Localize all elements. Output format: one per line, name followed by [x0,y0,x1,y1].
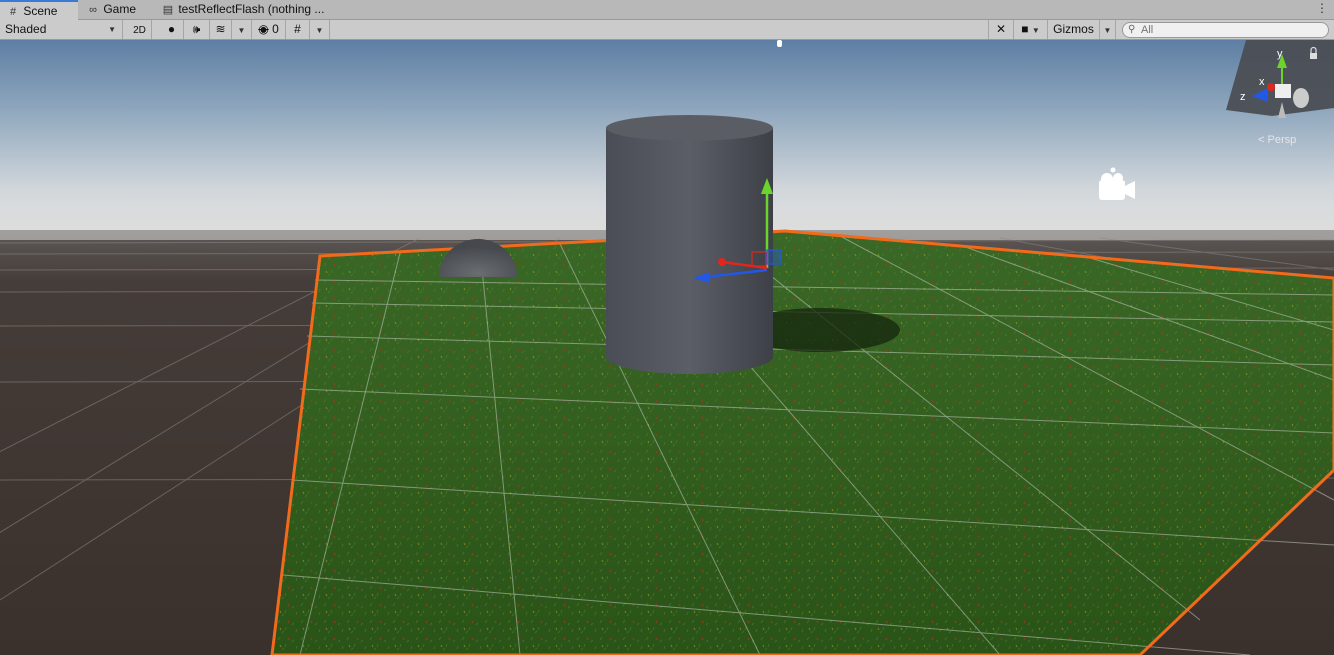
scene-render: y x z [0,40,1334,655]
toggle-2d-button[interactable]: 2D [128,20,152,39]
tab-game[interactable]: ∞ Game [80,0,154,19]
audio-toggle-button[interactable]: 🕪 [184,20,210,39]
lighting-toggle-button[interactable]: ● [160,20,184,39]
chevron-down-icon: ▼ [1031,26,1040,35]
window-tab-bar: # Scene ∞ Game ▤ testReflectFlash (nothi… [0,0,1334,20]
search-icon: ⚲ [1128,24,1136,35]
tab-scene-label: Scene [23,4,58,18]
scene-visibility-toggle[interactable]: ◉ 0 [252,20,286,39]
scene-grid-icon: # [9,6,17,18]
hidden-count: 0 [272,22,279,36]
hierarchy-search-field[interactable]: ⚲ [1122,22,1329,38]
more-options-icon[interactable]: ⋮ [1316,1,1328,15]
script-file-icon: ▤ [162,4,174,16]
chevron-down-icon: ▼ [237,26,246,35]
grid-icon: # [294,22,301,36]
gizmos-label: Gizmos [1053,22,1094,36]
grid-toggle-button[interactable]: # [286,20,310,39]
gizmos-button[interactable]: Gizmos [1048,20,1100,39]
chevron-down-icon: ▼ [1103,26,1112,35]
draw-mode-value: Shaded [5,22,47,36]
tab-test-reflect-flash[interactable]: ▤ testReflectFlash (nothing ... [155,0,347,19]
axis-x-label: x [1259,76,1265,88]
cylinder-object[interactable] [606,115,773,375]
camera-icon: ■ [1021,22,1029,36]
scene-toolbar: Shaded ▼ 2D ● 🕪 ≋ ▼ ◉ 0 # ▼ ✕ ■ ▼ Gizmos… [0,20,1334,40]
game-controller-icon: ∞ [89,4,97,16]
chevron-down-icon: ▼ [315,26,324,35]
tab-test-reflect-flash-label: testReflectFlash (nothing ... [178,2,325,16]
projection-toggle[interactable]: < Persp [1258,134,1296,146]
axis-z-label: z [1240,91,1246,103]
grid-dropdown[interactable]: ▼ [310,20,330,39]
toggle-2d-label: 2D [133,25,146,36]
scene-viewport[interactable]: y x z [0,40,1334,655]
hidden-eye-icon: ◉ [258,22,269,36]
projection-label: Persp [1267,134,1297,146]
layers-icon: ≋ [215,22,226,36]
gizmos-dropdown[interactable]: ▼ [1100,20,1116,39]
perspective-icon: < [1258,134,1265,146]
tools-button[interactable]: ✕ [988,20,1014,39]
effects-dropdown[interactable]: ▼ [232,20,252,39]
tab-scene[interactable]: # Scene [0,0,78,20]
speaker-icon: 🕪 [192,22,201,36]
camera-settings-dropdown[interactable]: ■ ▼ [1014,20,1048,39]
tools-icon: ✕ [995,22,1007,36]
lightbulb-icon: ● [167,22,176,36]
effects-toggle-button[interactable]: ≋ [210,20,232,39]
directional-light-icon[interactable] [777,40,782,47]
chevron-down-icon: ▼ [108,25,116,34]
draw-mode-dropdown[interactable]: Shaded ▼ [0,20,123,39]
axis-y-label: y [1277,48,1283,60]
search-input[interactable] [1141,23,1321,37]
tab-game-label: Game [103,2,137,16]
